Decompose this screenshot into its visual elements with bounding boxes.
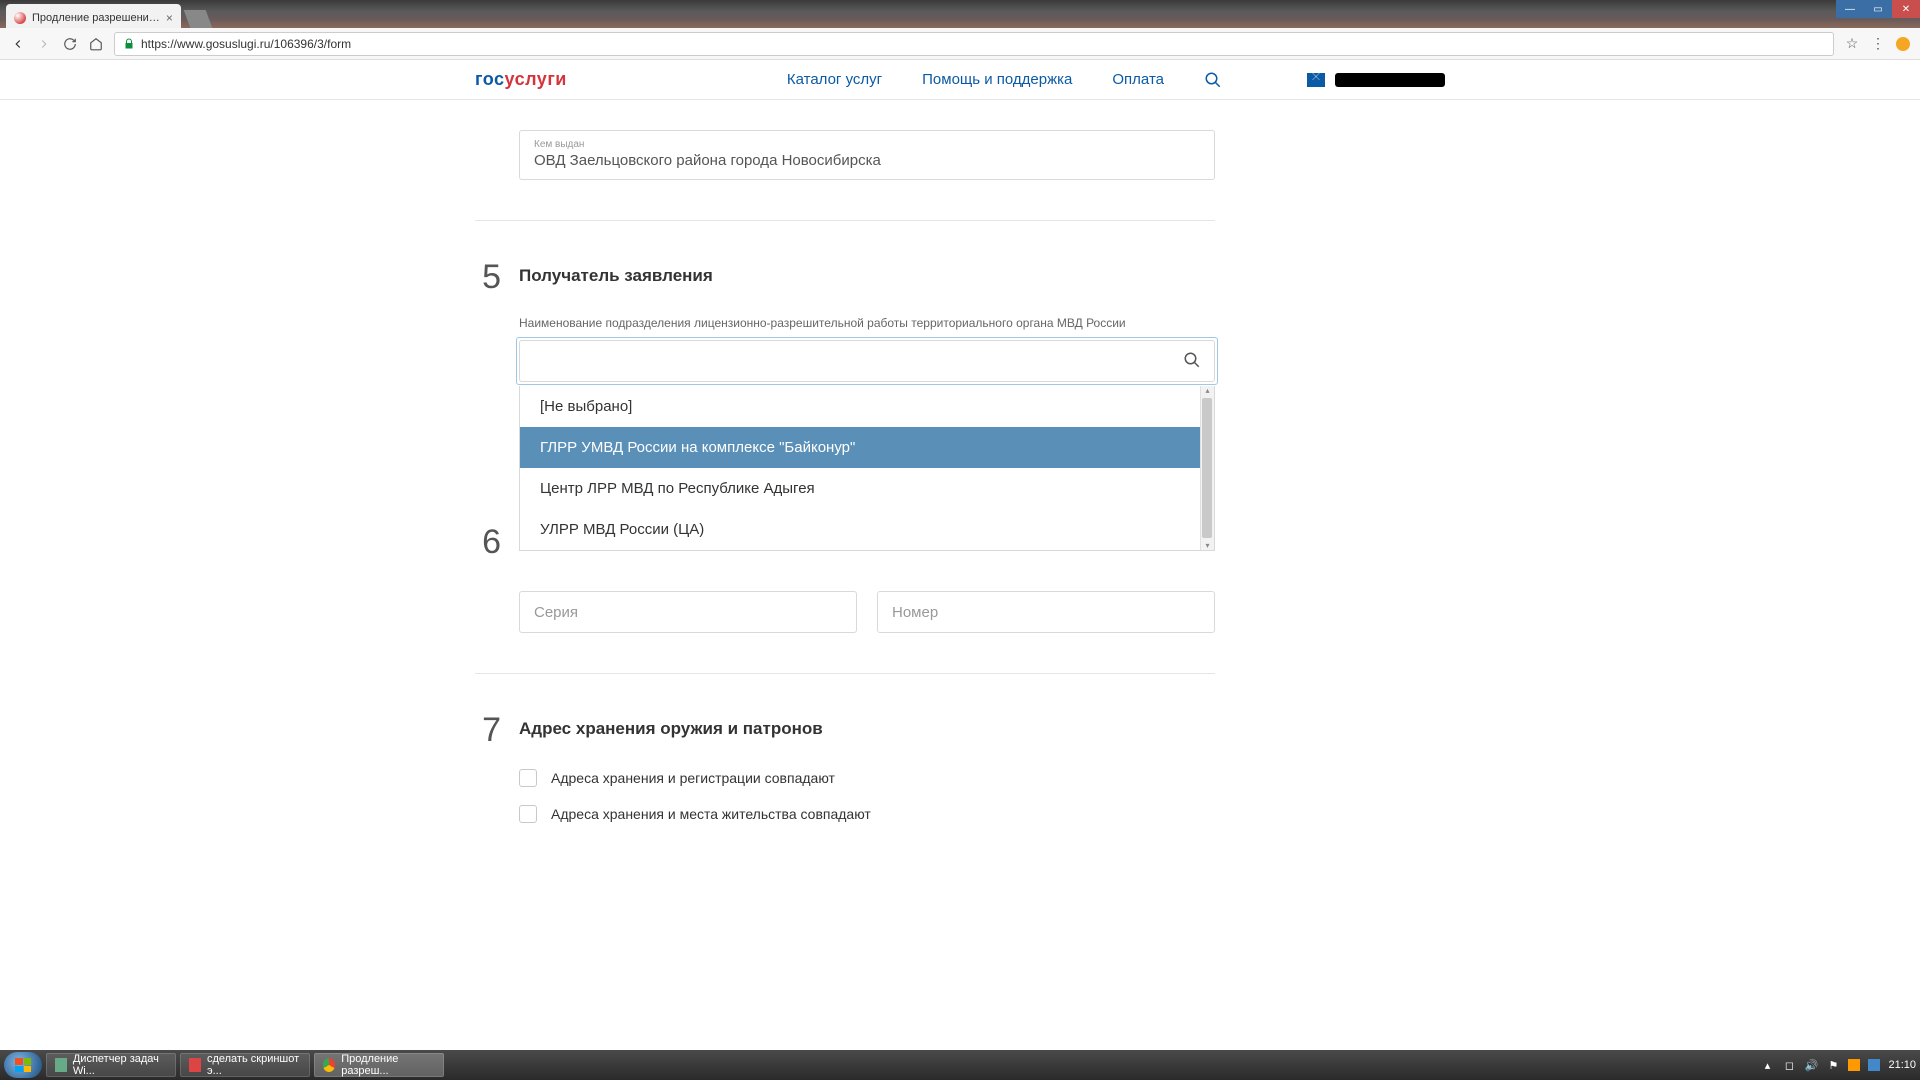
tab-strip: Продление разрешени… × — ▭ ✕ bbox=[0, 0, 1920, 28]
clock[interactable]: 21:10 bbox=[1888, 1059, 1916, 1071]
tray-flag-icon[interactable]: ⚑ bbox=[1826, 1058, 1840, 1072]
tray-icon-2[interactable] bbox=[1868, 1059, 1880, 1071]
site-header: госуслуги Каталог услуг Помощь и поддерж… bbox=[0, 60, 1920, 100]
browser-menu-icon[interactable]: ⋮ bbox=[1870, 36, 1886, 52]
lock-icon bbox=[123, 38, 135, 50]
url-field[interactable]: https://www.gosuslugi.ru/106396/3/form bbox=[114, 32, 1834, 56]
series-input[interactable] bbox=[519, 591, 857, 633]
checkbox-registration-match[interactable] bbox=[519, 769, 537, 787]
checkbox-residence-match[interactable] bbox=[519, 805, 537, 823]
divider bbox=[475, 673, 1215, 674]
window-controls: — ▭ ✕ bbox=[1836, 0, 1920, 18]
tray-action-center-icon[interactable]: ◻ bbox=[1782, 1058, 1796, 1072]
scrollbar-thumb[interactable] bbox=[1202, 398, 1212, 538]
forward-button[interactable] bbox=[36, 36, 52, 52]
profile-icon[interactable] bbox=[1896, 37, 1910, 51]
series-number-row bbox=[519, 591, 1215, 633]
mail-icon[interactable] bbox=[1307, 73, 1325, 87]
nav-links: Каталог услуг Помощь и поддержка Оплата bbox=[787, 71, 1164, 88]
section-5-field-label: Наименование подразделения лицензионно-р… bbox=[519, 316, 1215, 330]
browser-tab[interactable]: Продление разрешени… × bbox=[6, 4, 181, 28]
bookmark-icon[interactable]: ☆ bbox=[1844, 36, 1860, 52]
section-5-title: Получатель заявления bbox=[519, 266, 713, 286]
recipient-dropdown[interactable]: [Не выбрано] ГЛРР УМВД России на комплек… bbox=[519, 386, 1215, 551]
taskbar-item-chrome[interactable]: Продление разреш... bbox=[314, 1053, 444, 1077]
user-name-redacted[interactable] bbox=[1335, 73, 1445, 87]
number-input[interactable] bbox=[877, 591, 1215, 633]
browser-chrome: Продление разрешени… × — ▭ ✕ https://www… bbox=[0, 0, 1920, 60]
tab-close-icon[interactable]: × bbox=[166, 11, 173, 25]
issued-by-value: ОВД Заельцовского района города Новосиби… bbox=[534, 152, 1200, 169]
nav-catalog[interactable]: Каталог услуг bbox=[787, 71, 882, 88]
nav-payment[interactable]: Оплата bbox=[1112, 71, 1164, 88]
taskbar: Диспетчер задач Wi... сделать скриншот э… bbox=[0, 1050, 1920, 1080]
dropdown-option-ulrr[interactable]: УЛРР МВД России (ЦА) bbox=[520, 509, 1214, 550]
maximize-button[interactable]: ▭ bbox=[1864, 0, 1892, 18]
tab-title: Продление разрешени… bbox=[32, 12, 160, 24]
start-button[interactable] bbox=[4, 1052, 42, 1078]
dropdown-option-baikonur[interactable]: ГЛРР УМВД России на комплексе "Байконур" bbox=[520, 427, 1214, 468]
checkbox-row-1: Адреса хранения и регистрации совпадают bbox=[519, 769, 1215, 787]
tray-icon-1[interactable] bbox=[1848, 1059, 1860, 1071]
search-icon[interactable] bbox=[1183, 351, 1201, 369]
url-text: https://www.gosuslugi.ru/106396/3/form bbox=[141, 37, 351, 51]
nav-help[interactable]: Помощь и поддержка bbox=[922, 71, 1072, 88]
tray-show-icons[interactable]: ▴ bbox=[1760, 1058, 1774, 1072]
section-7-header: 7 Адрес хранения оружия и патронов bbox=[519, 719, 1215, 739]
taskmanager-icon bbox=[55, 1058, 67, 1072]
chrome-icon bbox=[323, 1058, 335, 1072]
recipient-search-field[interactable] bbox=[519, 340, 1215, 382]
checkbox-label-1: Адреса хранения и регистрации совпадают bbox=[551, 770, 835, 786]
page-content: Кем выдан ОВД Заельцовского района город… bbox=[475, 130, 1445, 823]
reload-button[interactable] bbox=[62, 36, 78, 52]
minimize-button[interactable]: — bbox=[1836, 0, 1864, 18]
section-5-header: 5 Получатель заявления bbox=[519, 266, 1215, 286]
header-search-icon[interactable] bbox=[1204, 71, 1222, 89]
issued-by-field[interactable]: Кем выдан ОВД Заельцовского района город… bbox=[519, 130, 1215, 180]
taskbar-item-taskmanager[interactable]: Диспетчер задач Wi... bbox=[46, 1053, 176, 1077]
screenshot-app-icon bbox=[189, 1058, 201, 1072]
section-5-number: 5 bbox=[471, 258, 501, 297]
favicon-icon bbox=[14, 12, 26, 24]
recipient-search-input[interactable] bbox=[519, 340, 1215, 382]
checkbox-row-2: Адреса хранения и места жительства совпа… bbox=[519, 805, 1215, 823]
section-6-number: 6 bbox=[471, 523, 501, 562]
divider bbox=[475, 220, 1215, 221]
taskbar-item-screenshot[interactable]: сделать скриншот э... bbox=[180, 1053, 310, 1077]
section-7-number: 7 bbox=[471, 711, 501, 750]
dropdown-option-none[interactable]: [Не выбрано] bbox=[520, 386, 1214, 427]
home-button[interactable] bbox=[88, 36, 104, 52]
system-tray: ▴ ◻ 🔊 ⚑ 21:10 bbox=[1760, 1058, 1916, 1072]
back-button[interactable] bbox=[10, 36, 26, 52]
tray-volume-icon[interactable]: 🔊 bbox=[1804, 1058, 1818, 1072]
logo[interactable]: госуслуги bbox=[475, 69, 567, 90]
section-7-title: Адрес хранения оружия и патронов bbox=[519, 719, 823, 739]
checkbox-label-2: Адреса хранения и места жительства совпа… bbox=[551, 806, 871, 822]
close-window-button[interactable]: ✕ bbox=[1892, 0, 1920, 18]
dropdown-scrollbar[interactable] bbox=[1200, 386, 1214, 550]
dropdown-option-adygea[interactable]: Центр ЛРР МВД по Республике Адыгея bbox=[520, 468, 1214, 509]
address-bar: https://www.gosuslugi.ru/106396/3/form ☆… bbox=[0, 28, 1920, 60]
issued-by-label: Кем выдан bbox=[534, 139, 1200, 150]
